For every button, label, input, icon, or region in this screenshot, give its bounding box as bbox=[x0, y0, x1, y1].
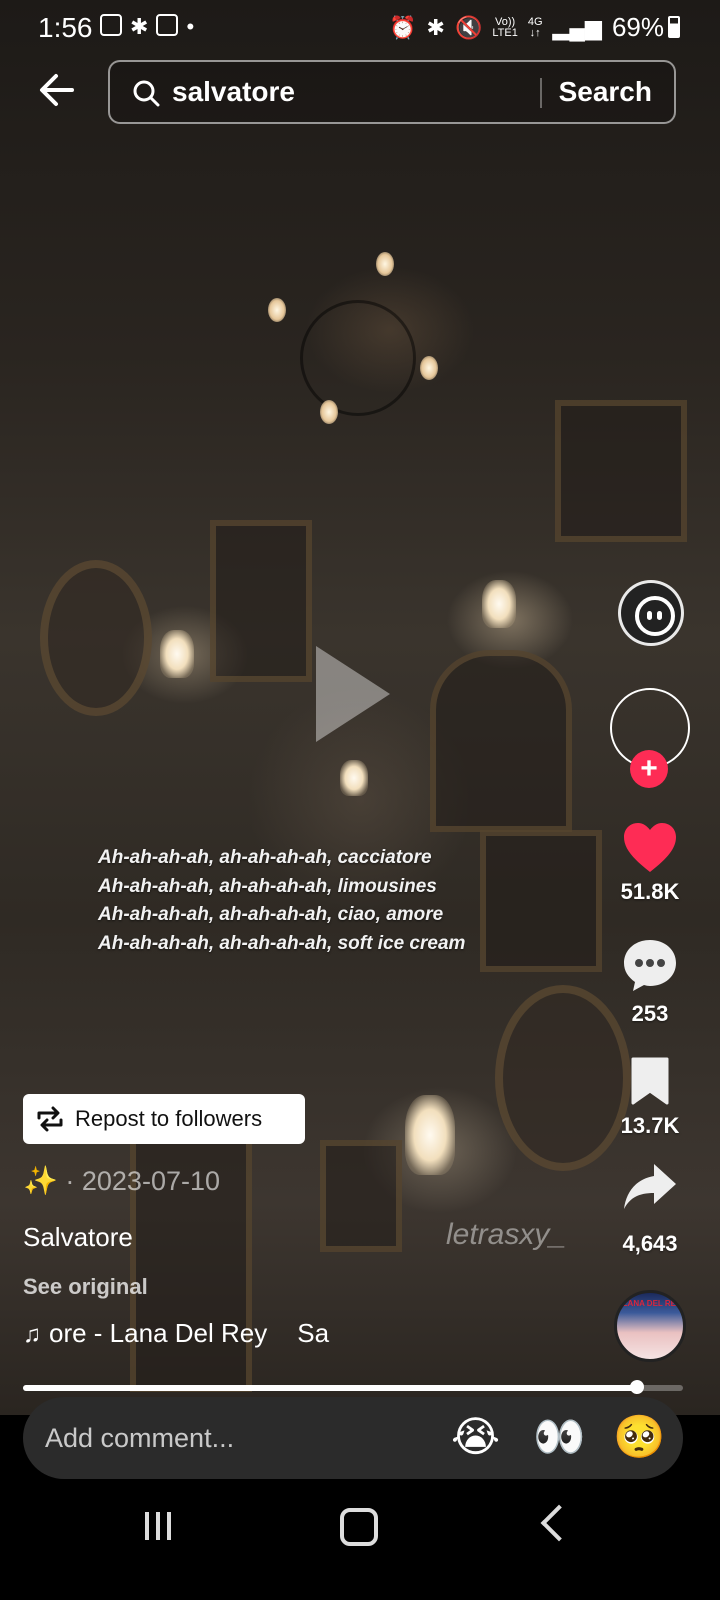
search-divider bbox=[540, 78, 542, 108]
data-indicator: 4G ↓↑ bbox=[527, 15, 543, 39]
eyes-emoji-button[interactable]: 👀 bbox=[533, 1413, 585, 1461]
bookmark-count: 13.7K bbox=[620, 1113, 680, 1138]
progress-thumb[interactable] bbox=[629, 1380, 644, 1394]
nav-back-button[interactable] bbox=[540, 1504, 578, 1542]
post-caption[interactable]: Salvatore bbox=[23, 1222, 133, 1253]
comment-bubble-icon bbox=[624, 940, 676, 991]
alarm-icon: ⏰ bbox=[389, 14, 417, 40]
bluetooth-icon: ✱ bbox=[426, 14, 445, 40]
more-notifications-icon: • bbox=[186, 14, 195, 39]
bookmark-icon bbox=[631, 1057, 669, 1105]
mute-icon: 🔇 bbox=[454, 14, 483, 40]
play-icon[interactable] bbox=[316, 646, 390, 742]
wall-lamp bbox=[482, 580, 516, 628]
painting-frame bbox=[210, 520, 312, 682]
painting-frame bbox=[430, 650, 572, 832]
crying-emoji-button[interactable]: 😭 bbox=[451, 1413, 500, 1461]
ai-eye-icon bbox=[657, 611, 662, 620]
system-icons: ⏰ ✱ 🔇 Vo)) LTE1 4G ↓↑ ▂▄▆ 69% bbox=[389, 12, 664, 43]
progress-fill bbox=[23, 1385, 637, 1391]
see-original-link[interactable]: See original bbox=[23, 1274, 148, 1300]
music-title-repeat: Sa bbox=[297, 1318, 330, 1348]
like-button[interactable]: 51.8K bbox=[600, 822, 700, 905]
lyrics-overlay: Ah-ah-ah-ah, ah-ah-ah-ah, cacciatore Ah-… bbox=[98, 844, 538, 958]
video-watermark: letrasxy_ bbox=[446, 1218, 567, 1251]
heart-icon bbox=[624, 823, 676, 872]
comment-count: 253 bbox=[631, 1001, 669, 1026]
lyrics-line: Ah-ah-ah-ah, ah-ah-ah-ah, soft ice cream bbox=[98, 932, 466, 954]
lyrics-line: Ah-ah-ah-ah, ah-ah-ah-ah, cacciatore bbox=[98, 847, 432, 868]
comment-input[interactable]: Add comment... 😭 👀 🥺 bbox=[23, 1397, 683, 1479]
like-count: 51.8K bbox=[620, 879, 680, 904]
candle-light bbox=[420, 356, 438, 380]
battery-icon bbox=[668, 16, 680, 38]
comment-placeholder: Add comment... bbox=[45, 1423, 235, 1453]
music-note-icon: ♫ bbox=[23, 1321, 41, 1348]
battery-percent: 69% bbox=[611, 12, 664, 42]
home-button[interactable] bbox=[340, 1508, 378, 1546]
music-ticker[interactable]: ♫ ore - Lana Del Rey Sa bbox=[23, 1318, 363, 1349]
ai-eye-icon bbox=[647, 611, 652, 620]
candle-light bbox=[320, 400, 338, 424]
lyrics-line: Ah-ah-ah-ah, ah-ah-ah-ah, ciao, amore bbox=[98, 904, 444, 925]
back-arrow-icon[interactable] bbox=[36, 68, 80, 112]
comment-button[interactable]: 253 bbox=[600, 938, 700, 1027]
video-progress-bar[interactable] bbox=[23, 1380, 683, 1394]
gallery-icon bbox=[100, 14, 122, 36]
painting-frame bbox=[320, 1140, 402, 1252]
chandelier-decoration bbox=[300, 300, 416, 416]
bookmark-button[interactable]: 13.7K bbox=[600, 1056, 700, 1139]
notification-icons: ✱ • bbox=[100, 14, 194, 40]
wall-lamp bbox=[340, 760, 368, 796]
repost-icon bbox=[37, 1106, 63, 1132]
share-button[interactable]: 4,643 bbox=[600, 1162, 700, 1257]
repost-label: Repost to followers bbox=[75, 1106, 263, 1131]
status-bar: 1:56 ✱ • ⏰ ✱ 🔇 Vo)) LTE1 4G ↓↑ ▂▄▆ 69% bbox=[0, 0, 720, 52]
ai-face-icon bbox=[635, 596, 675, 636]
follow-plus-button[interactable]: + bbox=[630, 750, 668, 788]
candle-light bbox=[268, 298, 286, 322]
pleading-emoji-button[interactable]: 🥺 bbox=[613, 1413, 665, 1461]
pulse-app-icon bbox=[156, 14, 179, 36]
wall-lamp bbox=[160, 630, 194, 678]
search-bar[interactable]: salvatore Search bbox=[108, 60, 676, 124]
volte-indicator: Vo)) LTE1 bbox=[492, 15, 518, 39]
search-button[interactable]: Search bbox=[559, 76, 652, 108]
search-query[interactable]: salvatore bbox=[172, 76, 295, 108]
candle-light bbox=[376, 252, 394, 276]
album-art-title: LANA DEL REY bbox=[622, 1299, 682, 1308]
system-nav-bar bbox=[0, 1480, 720, 1600]
post-meta: ✨ · 2023-07-10 bbox=[23, 1164, 220, 1197]
music-disc[interactable]: LANA DEL REY bbox=[614, 1290, 686, 1362]
recent-apps-button[interactable] bbox=[145, 1512, 171, 1540]
share-arrow-icon bbox=[624, 1164, 676, 1209]
oval-portrait bbox=[40, 560, 152, 716]
ai-assistant-button[interactable] bbox=[618, 580, 684, 646]
painting-frame bbox=[555, 400, 687, 542]
share-count: 4,643 bbox=[622, 1231, 678, 1256]
status-time: 1:56 bbox=[38, 12, 93, 43]
android-icon: ✱ bbox=[130, 14, 149, 39]
post-date: · 2023-07-10 bbox=[65, 1166, 220, 1196]
signal-icon: ▂▄▆ bbox=[552, 14, 602, 40]
repost-button[interactable]: Repost to followers bbox=[23, 1094, 305, 1144]
sparkle-emoji: ✨ bbox=[23, 1165, 58, 1196]
lyrics-line: Ah-ah-ah-ah, ah-ah-ah-ah, limousines bbox=[98, 875, 437, 897]
search-icon bbox=[132, 79, 160, 107]
music-title: ore - Lana Del Rey bbox=[49, 1318, 268, 1348]
wall-lamp bbox=[405, 1095, 455, 1175]
